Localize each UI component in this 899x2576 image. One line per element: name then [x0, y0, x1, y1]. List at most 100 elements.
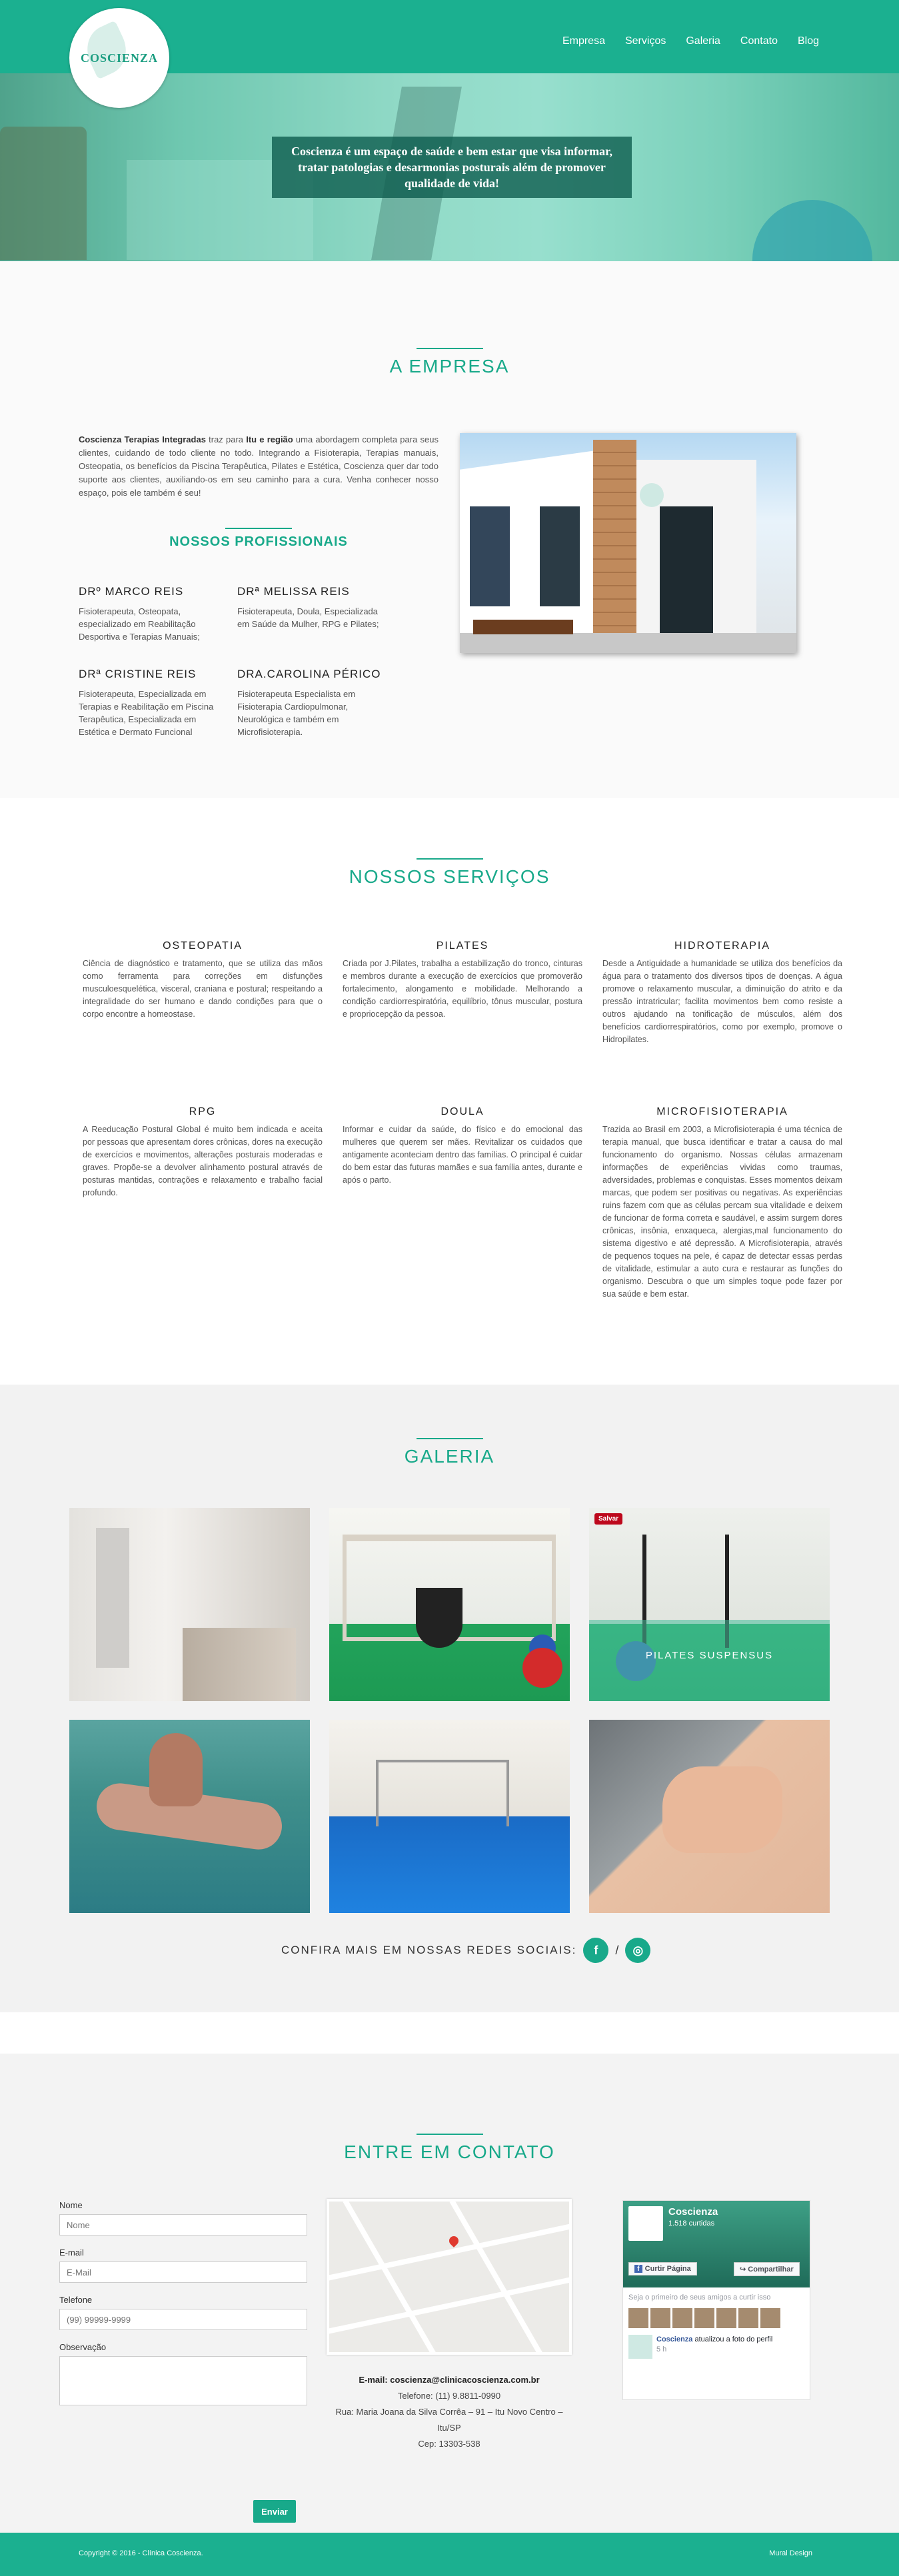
section-contato: ENTRE EM CONTATO Nome E-mail Telefone Ob… — [0, 2054, 899, 2533]
profissional-name: DRA.CAROLINA PÉRICO — [237, 668, 381, 680]
photo-detail — [416, 1588, 462, 1648]
facebook-icon: f — [634, 2265, 642, 2273]
profissionais-heading: NOSSOS PROFISSIONAIS — [79, 528, 439, 550]
facebook-page-widget: Coscienza 1.518 curtidas f Curtir Página … — [622, 2200, 810, 2400]
servico-name: PILATES — [436, 940, 489, 952]
contato-heading: ENTRE EM CONTATO — [0, 2134, 899, 2163]
enviar-button[interactable]: Enviar — [253, 2500, 296, 2523]
hero-caption: Coscienza é um espaço de saúde e bem est… — [272, 137, 632, 198]
section-galeria: GALERIA PILATES SUSPENSUS Salvar CONFIRA… — [0, 1385, 899, 2012]
observacao-label: Observação — [59, 2342, 107, 2352]
contact-cep: Cep: 13303-538 — [418, 2439, 480, 2449]
profissional-name: DRª CRISTINE REIS — [79, 668, 197, 680]
photo-detail — [470, 506, 510, 606]
facebook-friends-text: Seja o primeiro de seus amigos a curtir … — [628, 2293, 771, 2301]
profissional-card: DRª MELISSA REIS Fisioterapeuta, Doula, … — [237, 585, 384, 630]
servico-desc: Trazida ao Brasil em 2003, a Microfisiot… — [602, 1125, 842, 1299]
logo-leaf-icon — [79, 20, 135, 80]
map-pin-icon[interactable] — [447, 2234, 460, 2248]
email-label: E-mail — [59, 2248, 84, 2257]
gallery-photo-pool[interactable] — [329, 1720, 570, 1913]
nav-item-contato[interactable]: Contato — [740, 35, 778, 47]
photo-detail — [376, 1760, 509, 1826]
gallery-caption: PILATES SUSPENSUS — [645, 1650, 774, 1661]
observacao-textarea[interactable] — [59, 2356, 307, 2405]
facebook-icon[interactable]: f — [583, 1938, 609, 1963]
servico-desc: Criada por J.Pilates, trabalha a estabil… — [343, 959, 582, 1019]
footer-credit-link[interactable]: Mural Design — [769, 2549, 812, 2557]
profissional-card: DRº MARCO REIS Fisioterapeuta, Osteopata… — [79, 585, 225, 643]
profissional-desc: Fisioterapeuta, Especializada em Terapia… — [79, 689, 214, 737]
post-body: Coscienza atualizou a foto do perfil 5 h — [656, 2335, 772, 2359]
photo-detail — [662, 1766, 782, 1853]
facebook-page-avatar[interactable] — [628, 2206, 663, 2241]
photo-detail — [460, 633, 796, 653]
servicos-heading: NOSSOS SERVIÇOS — [0, 858, 899, 888]
gallery-caption-overlay: PILATES SUSPENSUS — [589, 1620, 830, 1701]
telefone-label: Telefone — [59, 2295, 93, 2305]
profissional-desc: Fisioterapeuta, Doula, Especializada em … — [237, 606, 379, 629]
nav-item-empresa[interactable]: Empresa — [562, 35, 605, 47]
photo-detail — [183, 1628, 296, 1701]
photo-detail — [96, 1528, 129, 1668]
facebook-share-button[interactable]: ↪ Compartilhar — [734, 2262, 800, 2276]
friend-avatar[interactable] — [694, 2308, 714, 2328]
profissional-name: DRª MELISSA REIS — [237, 585, 350, 598]
heading-divider — [225, 528, 292, 529]
servico-name: RPG — [189, 1106, 217, 1117]
gallery-photo-pilates-room[interactable] — [329, 1508, 570, 1701]
nav-item-blog[interactable]: Blog — [798, 35, 819, 47]
site-footer: Copyright © 2016 - Clínica Coscienza. Mu… — [0, 2533, 899, 2576]
empresa-intro-brand: Coscienza Terapias Integradas — [79, 434, 206, 444]
nav-item-servicos[interactable]: Serviços — [625, 35, 666, 47]
facebook-like-label: Curtir Página — [644, 2265, 691, 2273]
empresa-intro: Coscienza Terapias Integradas traz para … — [79, 433, 439, 500]
heading-divider — [416, 1438, 483, 1439]
photo-detail — [640, 483, 664, 507]
section-servicos: NOSSOS SERVIÇOS OSTEOPATIA Ciência de di… — [0, 798, 899, 1385]
post-author[interactable]: Coscienza — [656, 2335, 692, 2343]
location-map[interactable] — [327, 2199, 572, 2355]
gallery-photo-pilates-suspensus[interactable]: PILATES SUSPENSUS Salvar — [589, 1508, 830, 1701]
profissional-card: DRA.CAROLINA PÉRICO Fisioterapeuta Espec… — [237, 668, 384, 738]
contact-address: Rua: Maria Joana da Silva Corrêa – 91 – … — [335, 2407, 563, 2433]
friend-avatar[interactable] — [672, 2308, 692, 2328]
profissional-name: DRº MARCO REIS — [79, 585, 184, 598]
nav-item-galeria[interactable]: Galeria — [686, 35, 720, 47]
photo-detail — [660, 506, 713, 640]
telefone-input[interactable] — [59, 2309, 307, 2330]
profissionais-title: NOSSOS PROFISSIONAIS — [169, 534, 348, 549]
post-text: atualizou a foto do perfil — [692, 2335, 773, 2343]
nome-input[interactable] — [59, 2214, 307, 2236]
site-logo[interactable]: COSCIENZA — [69, 8, 169, 108]
social-separator: / — [615, 1943, 619, 1957]
friend-avatar[interactable] — [760, 2308, 780, 2328]
gallery-photo-hydrotherapy[interactable] — [69, 1720, 310, 1913]
post-avatar[interactable] — [628, 2335, 652, 2359]
servico-card: MICROFISIOTERAPIA Trazida ao Brasil em 2… — [602, 1106, 842, 1301]
gallery-photo-massage[interactable] — [589, 1720, 830, 1913]
servico-card: RPG A Reeducação Postural Global é muito… — [83, 1106, 323, 1199]
servico-card: OSTEOPATIA Ciência de diagnóstico e trat… — [83, 940, 323, 1021]
servicos-title: NOSSOS SERVIÇOS — [349, 866, 550, 887]
map-road — [449, 2202, 548, 2352]
empresa-intro-region: Itu e região — [246, 434, 293, 444]
servico-desc: Ciência de diagnóstico e tratamento, que… — [83, 959, 323, 1019]
friend-avatar[interactable] — [716, 2308, 736, 2328]
instagram-icon[interactable]: ◎ — [625, 1938, 651, 1963]
pinterest-save-button[interactable]: Salvar — [594, 1513, 623, 1525]
servico-name: MICROFISIOTERAPIA — [656, 1106, 788, 1117]
friend-avatar[interactable] — [650, 2308, 670, 2328]
facebook-friend-avatars — [623, 2308, 810, 2328]
friend-avatar[interactable] — [628, 2308, 648, 2328]
email-input[interactable] — [59, 2261, 307, 2283]
profissional-card: DRª CRISTINE REIS Fisioterapeuta, Especi… — [79, 668, 225, 738]
footer-copyright: Copyright © 2016 - Clínica Coscienza. — [79, 2549, 203, 2557]
photo-detail — [473, 620, 573, 634]
photo-detail — [540, 506, 580, 606]
facebook-page-name[interactable]: Coscienza — [668, 2206, 718, 2218]
facebook-like-button[interactable]: f Curtir Página — [628, 2262, 697, 2275]
servico-desc: Desde a Antiguidade a humanidade se util… — [602, 959, 842, 1044]
gallery-photo-reception[interactable] — [69, 1508, 310, 1701]
friend-avatar[interactable] — [738, 2308, 758, 2328]
